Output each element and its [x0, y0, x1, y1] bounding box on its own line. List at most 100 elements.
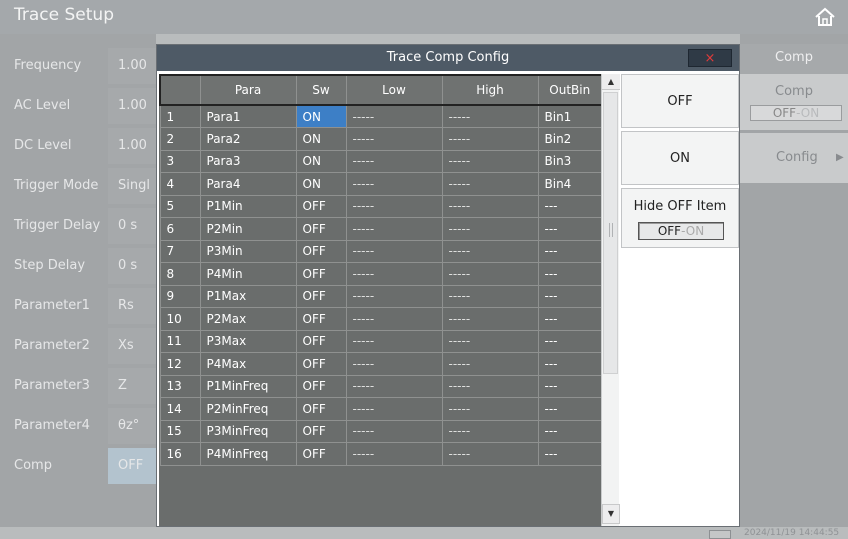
- left-item-value[interactable]: 1.00: [108, 128, 156, 164]
- para-cell[interactable]: P3Min: [199, 239, 297, 263]
- para-cell[interactable]: Para1: [199, 104, 297, 128]
- switch-cell[interactable]: OFF: [295, 442, 347, 466]
- switch-cell[interactable]: OFF: [295, 217, 347, 241]
- para-cell[interactable]: Para3: [199, 149, 297, 173]
- switch-cell[interactable]: ON: [295, 127, 347, 151]
- table-row[interactable]: 16 P4MinFreq OFF ----- ----- ---: [159, 442, 601, 466]
- outbin-cell[interactable]: ---: [537, 239, 601, 263]
- left-item-ac-level[interactable]: AC Level 1.00: [0, 86, 156, 126]
- table-row[interactable]: 5 P1Min OFF ----- ----- ---: [159, 194, 601, 218]
- left-item-dc-level[interactable]: DC Level 1.00: [0, 126, 156, 166]
- hide-off-item-toggle[interactable]: OFF-ON: [638, 222, 724, 240]
- switch-cell[interactable]: ON: [295, 149, 347, 173]
- high-cell[interactable]: -----: [441, 172, 539, 196]
- scroll-up-button[interactable]: ▲: [602, 74, 620, 90]
- switch-cell[interactable]: OFF: [295, 397, 347, 421]
- switch-cell[interactable]: OFF: [295, 329, 347, 353]
- table-row[interactable]: 12 P4Max OFF ----- ----- ---: [159, 352, 601, 376]
- high-cell[interactable]: -----: [441, 419, 539, 443]
- low-cell[interactable]: -----: [345, 397, 443, 421]
- para-cell[interactable]: Para4: [199, 172, 297, 196]
- para-cell[interactable]: P1Min: [199, 194, 297, 218]
- outbin-cell[interactable]: ---: [537, 419, 601, 443]
- switch-cell[interactable]: OFF: [295, 419, 347, 443]
- outbin-cell[interactable]: ---: [537, 442, 601, 466]
- close-button[interactable]: ×: [688, 49, 732, 67]
- low-cell[interactable]: -----: [345, 419, 443, 443]
- low-cell[interactable]: -----: [345, 104, 443, 128]
- high-cell[interactable]: -----: [441, 442, 539, 466]
- table-row[interactable]: 3 Para3 ON ----- ----- Bin3: [159, 149, 601, 173]
- low-cell[interactable]: -----: [345, 217, 443, 241]
- left-item-value[interactable]: OFF: [108, 448, 156, 484]
- table-row[interactable]: 15 P3MinFreq OFF ----- ----- ---: [159, 419, 601, 443]
- left-item-parameter3[interactable]: Parameter3 Z: [0, 366, 156, 406]
- table-row[interactable]: 8 P4Min OFF ----- ----- ---: [159, 262, 601, 286]
- switch-cell[interactable]: OFF: [295, 307, 347, 331]
- left-item-trigger-delay[interactable]: Trigger Delay 0 s: [0, 206, 156, 246]
- switch-cell[interactable]: OFF: [295, 352, 347, 376]
- low-cell[interactable]: -----: [345, 374, 443, 398]
- low-cell[interactable]: -----: [345, 194, 443, 218]
- left-item-value[interactable]: Z: [108, 368, 156, 404]
- switch-cell[interactable]: ON: [295, 104, 347, 128]
- outbin-cell[interactable]: ---: [537, 262, 601, 286]
- comp-toggle[interactable]: OFF-ON: [750, 105, 842, 121]
- outbin-cell[interactable]: Bin2: [537, 127, 601, 151]
- switch-cell[interactable]: OFF: [295, 239, 347, 263]
- low-cell[interactable]: -----: [345, 442, 443, 466]
- switch-cell[interactable]: OFF: [295, 374, 347, 398]
- outbin-cell[interactable]: ---: [537, 307, 601, 331]
- para-cell[interactable]: P1MinFreq: [199, 374, 297, 398]
- hide-off-item-button[interactable]: Hide OFF Item OFF-ON: [621, 188, 739, 248]
- para-cell[interactable]: P3MinFreq: [199, 419, 297, 443]
- config-softkey[interactable]: Config ▶: [740, 133, 848, 183]
- para-cell[interactable]: Para2: [199, 127, 297, 151]
- para-cell[interactable]: P2Min: [199, 217, 297, 241]
- switch-cell[interactable]: ON: [295, 172, 347, 196]
- left-item-parameter4[interactable]: Parameter4 θz°: [0, 406, 156, 446]
- left-item-value[interactable]: Rs: [108, 288, 156, 324]
- para-cell[interactable]: P2MinFreq: [199, 397, 297, 421]
- switch-cell[interactable]: OFF: [295, 194, 347, 218]
- high-cell[interactable]: -----: [441, 284, 539, 308]
- para-cell[interactable]: P2Max: [199, 307, 297, 331]
- left-item-value[interactable]: Xs: [108, 328, 156, 364]
- high-cell[interactable]: -----: [441, 397, 539, 421]
- outbin-cell[interactable]: ---: [537, 194, 601, 218]
- outbin-cell[interactable]: Bin1: [537, 104, 601, 128]
- left-item-value[interactable]: 1.00: [108, 88, 156, 124]
- low-cell[interactable]: -----: [345, 352, 443, 376]
- para-cell[interactable]: P4MinFreq: [199, 442, 297, 466]
- table-row[interactable]: 14 P2MinFreq OFF ----- ----- ---: [159, 397, 601, 421]
- scroll-down-button[interactable]: ▼: [602, 504, 620, 524]
- high-cell[interactable]: -----: [441, 352, 539, 376]
- high-cell[interactable]: -----: [441, 329, 539, 353]
- left-item-value[interactable]: θz°: [108, 408, 156, 444]
- left-item-frequency[interactable]: Frequency 1.00: [0, 46, 156, 86]
- outbin-cell[interactable]: ---: [537, 397, 601, 421]
- switch-cell[interactable]: OFF: [295, 284, 347, 308]
- comp-softkey[interactable]: Comp OFF-ON: [740, 74, 848, 130]
- scroll-thumb[interactable]: [603, 92, 618, 374]
- high-cell[interactable]: -----: [441, 104, 539, 128]
- low-cell[interactable]: -----: [345, 307, 443, 331]
- high-cell[interactable]: -----: [441, 149, 539, 173]
- left-item-parameter2[interactable]: Parameter2 Xs: [0, 326, 156, 366]
- left-item-value[interactable]: Singl: [108, 168, 156, 204]
- left-item-value[interactable]: 1.00: [108, 48, 156, 84]
- outbin-cell[interactable]: ---: [537, 329, 601, 353]
- home-icon[interactable]: [814, 7, 836, 27]
- high-cell[interactable]: -----: [441, 239, 539, 263]
- on-button[interactable]: ON: [621, 131, 739, 185]
- high-cell[interactable]: -----: [441, 127, 539, 151]
- para-cell[interactable]: P4Min: [199, 262, 297, 286]
- outbin-cell[interactable]: Bin3: [537, 149, 601, 173]
- high-cell[interactable]: -----: [441, 194, 539, 218]
- table-row[interactable]: 6 P2Min OFF ----- ----- ---: [159, 217, 601, 241]
- low-cell[interactable]: -----: [345, 239, 443, 263]
- table-scrollbar[interactable]: ▲ ▼: [601, 74, 620, 526]
- low-cell[interactable]: -----: [345, 284, 443, 308]
- high-cell[interactable]: -----: [441, 262, 539, 286]
- low-cell[interactable]: -----: [345, 149, 443, 173]
